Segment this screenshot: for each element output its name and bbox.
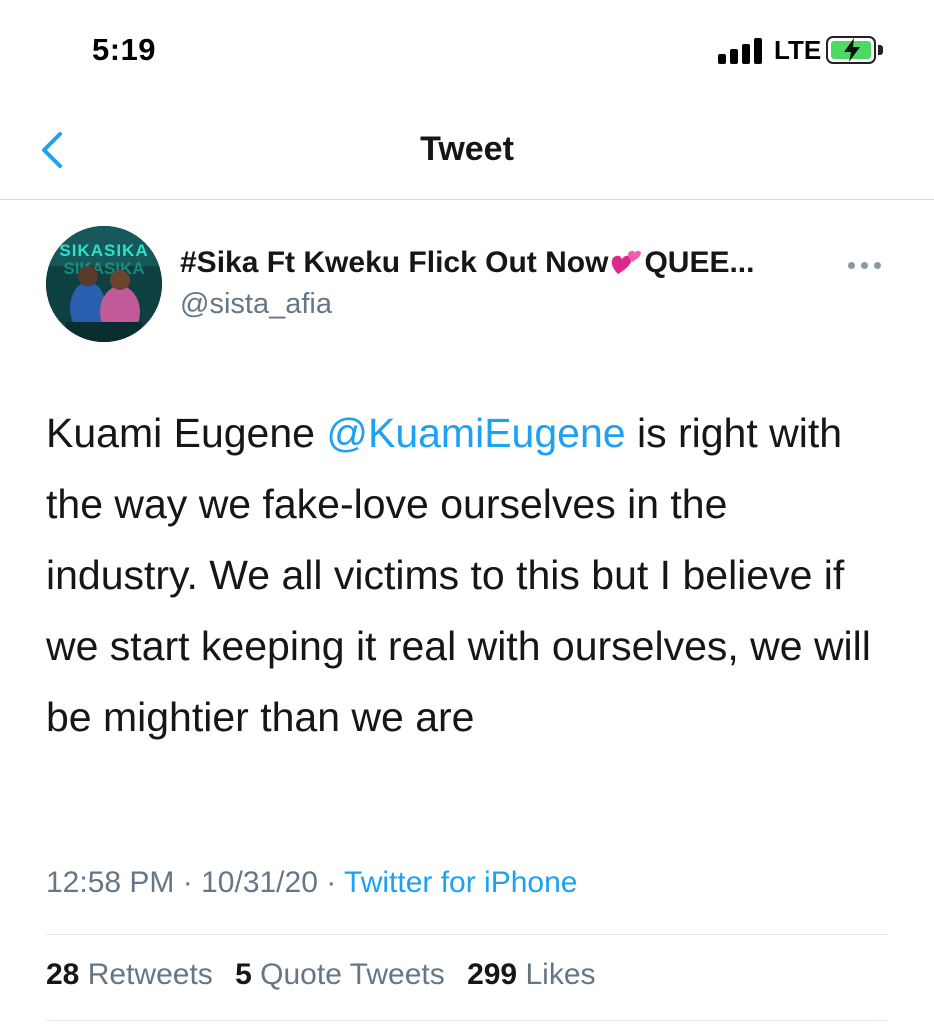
two-hearts-icon — [612, 250, 642, 274]
tweet-text-after: is right with the way we fake-love ourse… — [46, 410, 871, 740]
author-display-name[interactable]: #Sika Ft Kweku Flick Out Now QUEE... — [180, 246, 754, 280]
tweet-stats: 28 Retweets 5 Quote Tweets 299 Likes — [46, 958, 610, 992]
tweet-text-before: Kuami Eugene — [46, 410, 327, 456]
tweet-meta: 12:58 PM · 10/31/20 · Twitter for iPhone — [46, 866, 577, 900]
display-name-text: #Sika Ft Kweku Flick Out Now — [180, 246, 609, 279]
divider — [46, 934, 888, 935]
avatar-text: SIKASIKA — [59, 241, 148, 260]
avatar[interactable]: SIKASIKA SIKASIKA — [46, 226, 162, 342]
status-time: 5:19 — [92, 32, 157, 67]
tweet-text: Kuami Eugene @KuamiEugene is right with … — [46, 398, 876, 753]
battery-icon — [826, 36, 876, 64]
likes-label: Likes — [525, 958, 596, 991]
cellular-signal-icon — [718, 38, 764, 64]
divider — [46, 1020, 888, 1021]
nav-bar: Tweet — [0, 100, 934, 200]
retweets-label: Retweets — [87, 958, 213, 991]
avatar-text-shadow: SIKASIKA — [63, 259, 144, 278]
likes-count: 299 — [467, 958, 518, 991]
battery-cap — [878, 45, 883, 55]
network-type: LTE — [774, 35, 822, 65]
status-bar: 5:19 LTE — [0, 0, 934, 100]
meta-separator: · — [326, 866, 337, 899]
mention-link[interactable]: @KuamiEugene — [326, 410, 625, 456]
display-name-suffix: QUEE... — [644, 246, 755, 279]
quote-tweets-label: Quote Tweets — [260, 958, 445, 991]
page-title: Tweet — [420, 130, 514, 168]
retweets-count: 28 — [46, 958, 80, 991]
retweets-stat[interactable]: 28 Retweets — [46, 958, 213, 991]
more-options-button[interactable] — [846, 256, 886, 276]
tweet-date: 10/31/20 — [201, 866, 318, 899]
meta-separator: · — [182, 866, 193, 899]
source-link[interactable]: Twitter for iPhone — [344, 866, 577, 899]
author-username[interactable]: @sista_afia — [180, 288, 332, 321]
charging-bolt-icon — [844, 38, 860, 62]
quote-tweets-stat[interactable]: 5 Quote Tweets — [235, 958, 445, 991]
quote-tweets-count: 5 — [235, 958, 252, 991]
tweet-time: 12:58 PM — [46, 866, 175, 899]
avatar-image: SIKASIKA SIKASIKA — [46, 226, 162, 342]
likes-stat[interactable]: 299 Likes — [467, 958, 595, 991]
